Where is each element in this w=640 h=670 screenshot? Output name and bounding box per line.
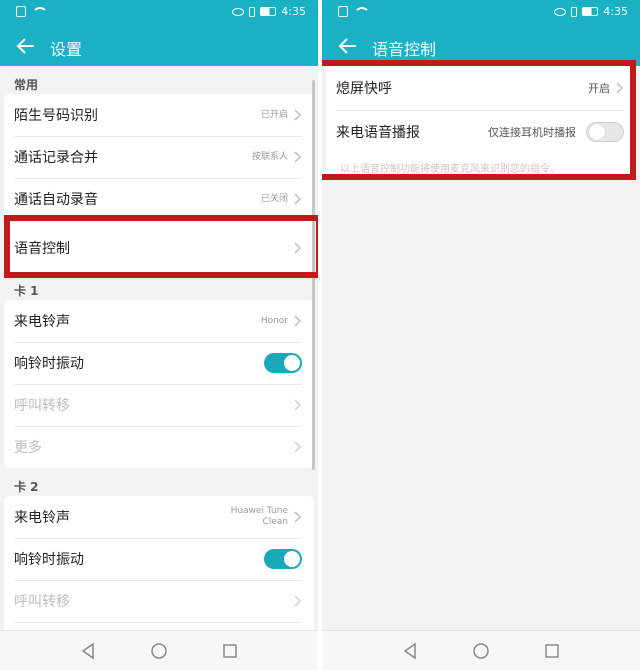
vibrate-toggle[interactable] [264,549,302,569]
row-call-forwarding-sim1[interactable]: 呼叫转移 [4,384,314,426]
row-label: 来电铃声 [14,314,70,330]
row-label: 更多 [14,440,42,456]
row-auto-record[interactable]: 通话自动录音 已关闭 [4,178,314,220]
chevron-right-icon [294,193,302,205]
settings-group-sim1: 来电铃声 Honor 响铃时振动 呼叫转移 更多 [4,300,314,468]
vibrate-icon [249,6,256,17]
wifi-icon [32,6,48,17]
row-label: 通话记录合并 [14,150,98,166]
row-label: 呼叫转移 [14,398,70,414]
row-ringtone-sim2[interactable]: 来电铃声 Huawei Tune Clean [4,496,314,538]
chevron-right-icon [294,511,302,523]
row-ringtone-sim1[interactable]: 来电铃声 Honor [4,300,314,342]
sim-icon [16,6,26,17]
row-value: Honor [260,315,288,326]
chevron-right-icon [294,109,302,121]
chevron-right-icon [294,595,302,607]
vibrate-icon [571,6,578,17]
chevron-right-icon [294,441,302,453]
nav-bar [0,630,318,670]
row-label: 响铃时振动 [14,356,84,372]
row-label: 来电铃声 [14,510,70,526]
chevron-right-icon [294,151,302,163]
section-header-common: 常用 [14,78,39,92]
status-bar: 4:35 [322,0,640,26]
row-value: 按联系人 [251,151,288,162]
row-label: 响铃时振动 [14,552,84,568]
nav-recent-icon[interactable] [542,641,562,661]
row-vibrate-sim2: 响铃时振动 [4,538,314,580]
row-more-sim1[interactable]: 更多 [4,426,314,468]
battery-icon [582,7,599,16]
row-call-log-merge[interactable]: 通话记录合并 按联系人 [4,136,314,178]
row-label: 陌生号码识别 [14,108,98,124]
status-bar: 4:35 [0,0,318,26]
voice-control-screen: 4:35 语音控制 熄屏快呼 开启 来电语音播报 仅连接耳机时播报 以上语音控制… [322,0,640,670]
nav-home-icon[interactable] [471,641,491,661]
row-vibrate-sim1: 响铃时振动 [4,342,314,384]
status-time: 4:35 [281,5,306,18]
row-value-line: Clean [262,517,288,527]
nav-home-icon[interactable] [149,641,169,661]
row-value: 已关闭 [260,193,288,204]
settings-screen: 4:35 设置 常用 陌生号码识别 已开启 通话记录合并 按联系人 通话自动录音… [0,0,318,670]
eye-icon [232,7,245,16]
status-time: 4:35 [603,5,628,18]
nav-recent-icon[interactable] [220,641,240,661]
battery-icon [260,7,277,16]
page-title: 语音控制 [372,40,437,59]
highlight-box-voice-settings [322,60,636,180]
nav-back-icon[interactable] [400,641,420,661]
page-title: 设置 [50,40,83,59]
row-value: Huawei Tune Clean [231,506,288,528]
nav-back-icon[interactable] [78,641,98,661]
back-arrow-icon[interactable] [336,34,360,58]
wifi-icon [354,6,370,17]
row-value: 已开启 [260,109,288,120]
section-header-sim1: 卡 1 [14,284,39,298]
row-label: 呼叫转移 [14,594,70,610]
row-call-forwarding-sim2[interactable]: 呼叫转移 [4,580,314,622]
row-label: 通话自动录音 [14,192,98,208]
vibrate-toggle[interactable] [264,353,302,373]
chevron-right-icon [294,315,302,327]
app-bar: 设置 [0,26,318,66]
sim-icon [338,6,348,17]
section-header-sim2: 卡 2 [14,480,39,494]
chevron-right-icon [294,399,302,411]
highlight-box-voice-control [4,215,318,278]
back-arrow-icon[interactable] [14,34,38,58]
eye-icon [554,7,567,16]
nav-bar [322,630,640,670]
row-unknown-number-id[interactable]: 陌生号码识别 已开启 [4,94,314,136]
row-value-line: Huawei Tune [230,506,288,516]
